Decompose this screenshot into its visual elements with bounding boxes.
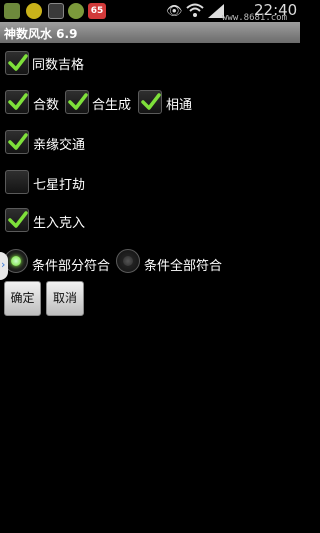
label-heshu: 合数 [33, 98, 60, 113]
checkmark-icon [141, 93, 161, 110]
checkbox-qixing-dajie[interactable] [5, 170, 29, 194]
label-partial-match: 条件部分符合 [32, 259, 111, 274]
checkmark-icon [8, 93, 28, 110]
radio-dot [123, 256, 133, 266]
label-shengru-keru: 生入克入 [33, 216, 86, 231]
checkbox-xiangtong[interactable] [138, 90, 162, 114]
label-heshengcheng: 合生成 [92, 98, 132, 113]
ok-button[interactable]: 确定 [4, 281, 41, 316]
gallery-icon [48, 3, 64, 19]
checkbox-qinyuan-jiaotong[interactable] [5, 130, 29, 154]
status-bar: 65 👁 www.8681.com 22:40 [0, 0, 300, 23]
notification-icon: 65 [88, 3, 106, 19]
checkbox-heshu[interactable] [5, 90, 29, 114]
eye-icon: 👁 [166, 4, 183, 19]
radio-dot [11, 256, 21, 266]
title-bar: 神数风水 6.9 [0, 22, 300, 43]
page-title: 神数风水 6.9 [4, 27, 78, 41]
clock: 22:40 [254, 1, 298, 19]
checkbox-heshengcheng[interactable] [65, 90, 89, 114]
radio-full-match[interactable] [116, 249, 140, 273]
checkbox-shengru-keru[interactable] [5, 208, 29, 232]
app-icon-2 [26, 3, 42, 19]
label-qixing-dajie: 七星打劫 [33, 178, 86, 193]
checkmark-icon [68, 93, 88, 110]
checkmark-icon [8, 54, 28, 71]
app-icon-4 [68, 3, 84, 19]
label-tongshu-jige: 同数吉格 [32, 58, 85, 73]
cancel-button[interactable]: 取消 [46, 281, 84, 316]
wifi-icon [186, 3, 204, 17]
checkbox-tongshu-jige[interactable] [5, 51, 29, 75]
label-xiangtong: 相通 [166, 98, 193, 113]
notification-badge: 65 [90, 6, 104, 16]
checkmark-icon [8, 133, 28, 150]
label-qinyuan-jiaotong: 亲缘交通 [33, 138, 86, 153]
app-icon-1 [4, 3, 20, 19]
label-full-match: 条件全部符合 [144, 259, 223, 274]
checkmark-icon [8, 211, 28, 228]
side-drawer-handle[interactable]: › [0, 252, 8, 280]
chevron-right-icon: › [1, 258, 6, 271]
